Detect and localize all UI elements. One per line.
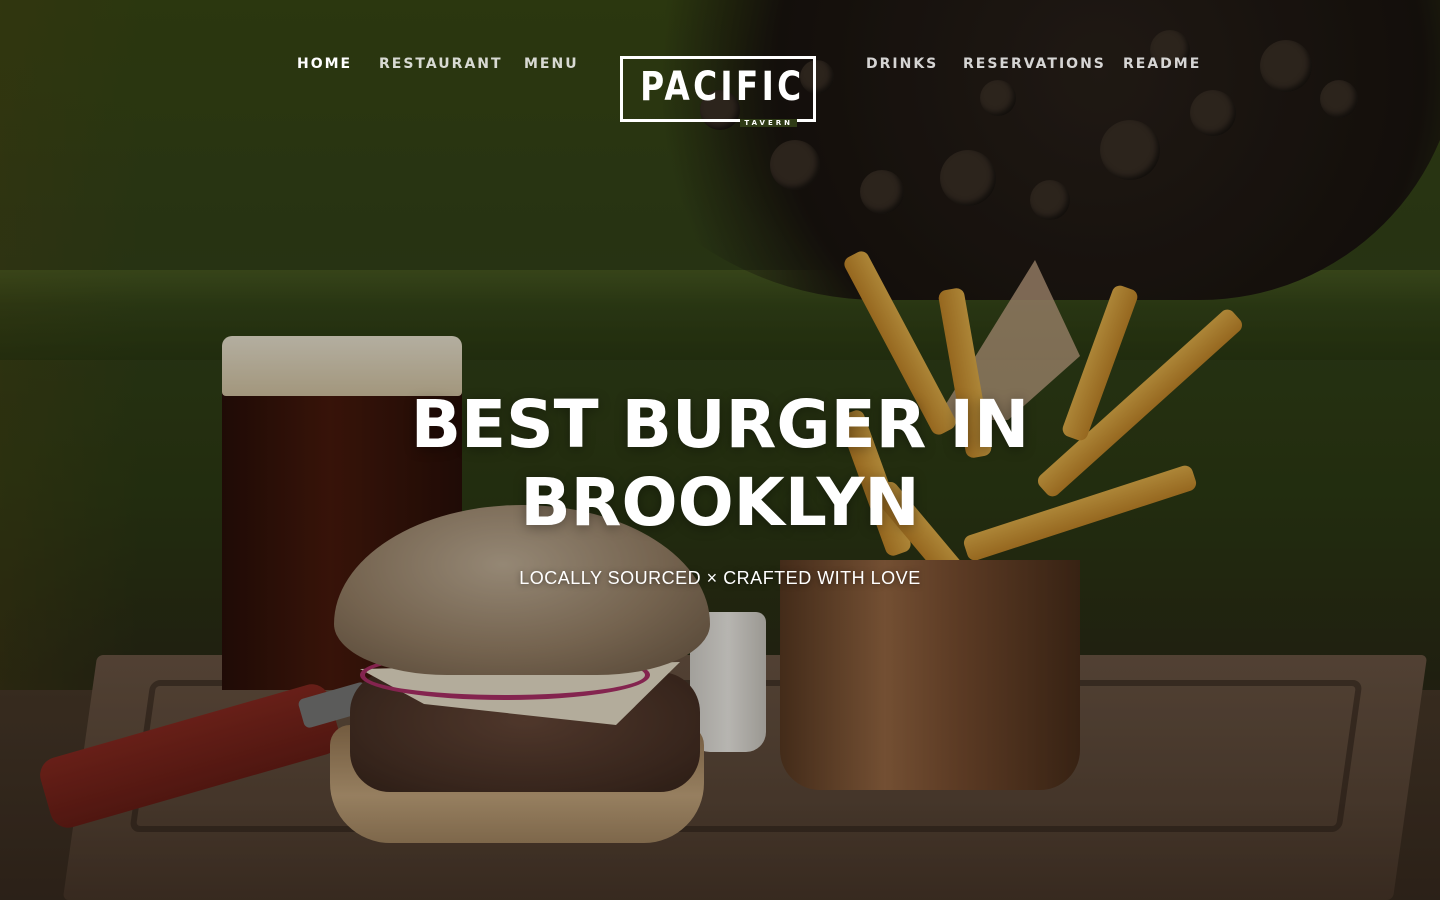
logo[interactable]: PACIFIC TAVERN (620, 56, 816, 127)
hero-headline-line2: BROOKLYN (520, 464, 920, 541)
logo-name: PACIFIC (640, 64, 805, 110)
hero-headline-line1: BEST BURGER IN (410, 386, 1030, 463)
main-nav: HOME RESTAURANT MENU PACIFIC TAVERN DRIN… (0, 0, 1440, 130)
nav-restaurant[interactable]: RESTAURANT (379, 56, 503, 72)
nav-readme[interactable]: README (1123, 56, 1201, 72)
hero-section: HOME RESTAURANT MENU PACIFIC TAVERN DRIN… (0, 0, 1440, 900)
nav-reservations[interactable]: RESERVATIONS (963, 56, 1106, 72)
nav-home[interactable]: HOME (297, 56, 352, 72)
nav-drinks[interactable]: DRINKS (866, 56, 938, 72)
nav-menu[interactable]: MENU (524, 56, 579, 72)
hero-headline: BEST BURGER IN BROOKLYN (320, 386, 1120, 542)
logo-subtitle: TAVERN (740, 119, 797, 127)
hero-tagline: LOCALLY SOURCED × CRAFTED WITH LOVE (519, 568, 921, 588)
